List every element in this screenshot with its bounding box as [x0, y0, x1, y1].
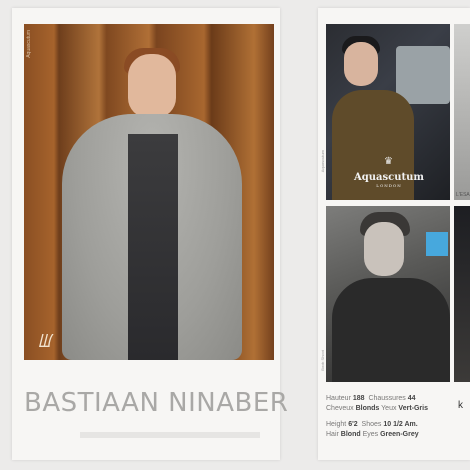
signature: ꡆ [38, 330, 52, 351]
eyes-value-en: Green-Grey [380, 431, 419, 438]
eyes-label-fr: Yeux [381, 405, 397, 412]
stats-row-fr-2: Cheveux Blonds Yeux Vert-Gris [326, 404, 428, 413]
dark-suit [128, 134, 178, 360]
stats-row-en-1: Height 6'2 Shoes 10 1/2 Am. [326, 420, 428, 429]
agency-line [80, 432, 260, 438]
main-photo: Aquascutum ꡆ [24, 24, 274, 360]
adjacent-photo-top [454, 24, 470, 200]
stats-row-en-2: Hair Blond Eyes Green-Grey [326, 430, 428, 439]
model-head [128, 54, 176, 118]
brand-sub: LONDON [376, 183, 402, 188]
brand-logo: Aquascutum LONDON [344, 172, 434, 188]
aquascutum-photo: ♛ Aquascutum LONDON [326, 24, 450, 200]
denim-jacket-photo [326, 206, 450, 382]
shoes-value-en: 10 1/2 Am. [383, 421, 418, 428]
bottom-photo-credit: Book Shoot [320, 350, 325, 371]
shoes-value-fr: 44 [407, 395, 416, 402]
eyes-label-en: Eyes [362, 431, 379, 438]
height-label-fr: Hauteur [326, 395, 351, 402]
denim-jacket [332, 278, 450, 382]
model-name: BASTIAAN NINABER [24, 388, 289, 418]
adjacent-photo-label: L'ESA [456, 192, 470, 198]
model-face [344, 42, 378, 86]
hair-value-en: Blond [340, 431, 361, 438]
brand-name: Aquascutum [354, 172, 424, 183]
height-value-en: 6'2 [348, 421, 358, 428]
edge-fragment: k [458, 400, 463, 411]
shoes-label-fr: Chaussures [368, 395, 406, 402]
model-face [364, 222, 404, 276]
photo-credit: Aquascutum [26, 30, 32, 58]
top-photo-credit: Aquascutum [320, 150, 325, 173]
hair-label-en: Hair [326, 431, 339, 438]
crest-icon: ♛ [384, 156, 393, 167]
magazine-badge [426, 232, 448, 256]
model-measurements: Hauteur 188 Chaussures 44 Cheveux Blonds… [326, 394, 428, 440]
eyes-value-fr: Vert-Gris [398, 405, 428, 412]
hair-label-fr: Cheveux [326, 405, 354, 412]
adjacent-photo-bottom [454, 206, 470, 382]
car-window [396, 46, 450, 104]
hair-value-fr: Blonds [355, 405, 380, 412]
height-label-en: Height [326, 421, 347, 428]
shoes-label-en: Shoes [361, 421, 382, 428]
height-value-fr: 188 [352, 395, 365, 402]
stats-row-fr-1: Hauteur 188 Chaussures 44 [326, 394, 428, 403]
